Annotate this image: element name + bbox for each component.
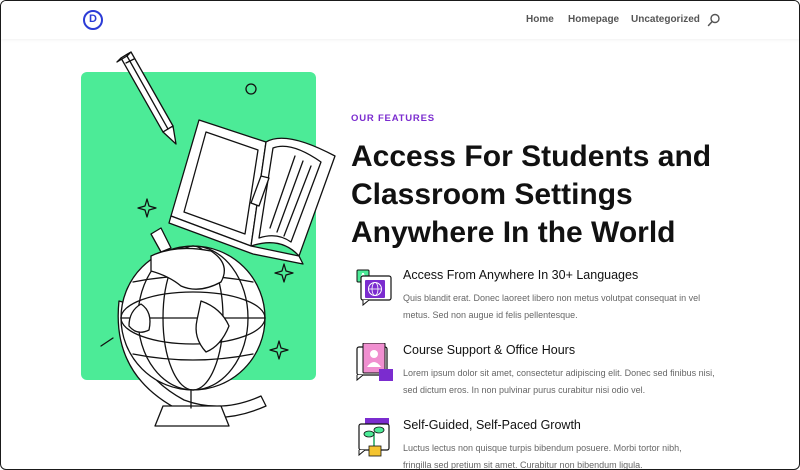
feature-description-line: Lorem ipsum dolor sit amet, consectetur … [403,368,715,378]
feature-description-line: Luctus lectus non quisque turpis bibendu… [403,443,682,453]
logo-letter: D [89,13,97,25]
headline-line-1: Access For Students and [351,140,712,173]
open-book-icon [168,119,336,265]
feature-description: Luctus lectus non quisque turpis bibendu… [403,440,723,470]
feature-description-line: fringilla sed pretium sit amet. Curabitu… [403,460,643,470]
pencil-icon [116,51,177,145]
nav-item-homepage[interactable]: Homepage [568,14,619,25]
browser-window: D Home Homepage Uncategorized OUR FEATUR… [0,0,800,470]
search-icon[interactable] [707,13,721,27]
feature-description: Quis blandit erat. Donec laoreet libero … [403,290,723,324]
translate-icon: A [355,268,395,308]
headline-line-2: Classroom Settings [351,178,633,211]
feature-title: Self-Guided, Self-Paced Growth [403,418,581,432]
section-eyebrow: OUR FEATURES [351,113,435,124]
feature-title: Access From Anywhere In 30+ Languages [403,268,639,282]
feature-description-line: Quis blandit erat. Donec laoreet libero … [403,293,701,303]
headline-line-3: Anywhere In the World [351,216,676,249]
feature-description-line: metus. Sed non augue id felis pellentesq… [403,310,578,320]
globe-icon [120,245,266,391]
profile-card-icon [355,342,395,383]
books-globe-pencil-illustration [100,51,336,427]
nav-item-uncategorized[interactable]: Uncategorized [631,14,700,25]
site-header: D Home Homepage Uncategorized [1,1,799,39]
page-title: Access For Students and Classroom Settin… [351,138,731,252]
nav-item-home[interactable]: Home [526,14,554,25]
feature-title: Course Support & Office Hours [403,343,576,357]
plant-growth-icon [355,418,395,458]
feature-description: Lorem ipsum dolor sit amet, consectetur … [403,365,723,399]
feature-description-line: sed dictum eros. In non pulvinar purus c… [403,385,646,395]
hero-illustration [81,46,336,469]
site-logo[interactable]: D [83,10,103,30]
